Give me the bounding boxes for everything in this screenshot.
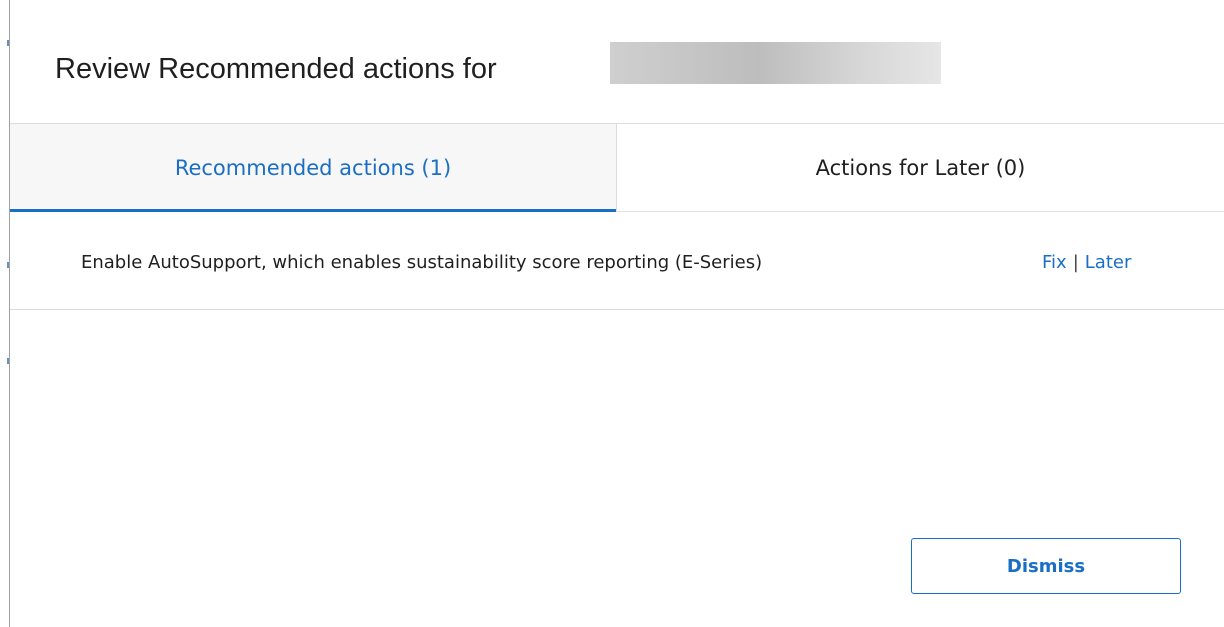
redacted-system-name	[610, 42, 941, 84]
tab-bar: Recommended actions (1) Actions for Late…	[10, 124, 1224, 212]
border-marker	[7, 40, 9, 46]
border-marker	[7, 358, 9, 364]
recommended-actions-dialog: Review Recommended actions for Recommend…	[10, 0, 1224, 627]
action-links: Fix | Later	[1042, 252, 1131, 273]
dialog-title: Review Recommended actions for	[55, 53, 497, 85]
later-link[interactable]: Later	[1085, 252, 1132, 273]
border-marker	[7, 262, 9, 268]
action-description: Enable AutoSupport, which enables sustai…	[81, 252, 763, 273]
action-list-item: Enable AutoSupport, which enables sustai…	[10, 212, 1224, 310]
dialog-header: Review Recommended actions for	[10, 0, 1224, 124]
link-separator: |	[1072, 252, 1079, 273]
fix-link[interactable]: Fix	[1042, 252, 1067, 273]
tab-actions-for-later[interactable]: Actions for Later (0)	[616, 124, 1224, 211]
tab-recommended-actions[interactable]: Recommended actions (1)	[10, 124, 616, 212]
dismiss-button[interactable]: Dismiss	[911, 538, 1181, 594]
window-frame: Review Recommended actions for Recommend…	[0, 0, 1224, 627]
